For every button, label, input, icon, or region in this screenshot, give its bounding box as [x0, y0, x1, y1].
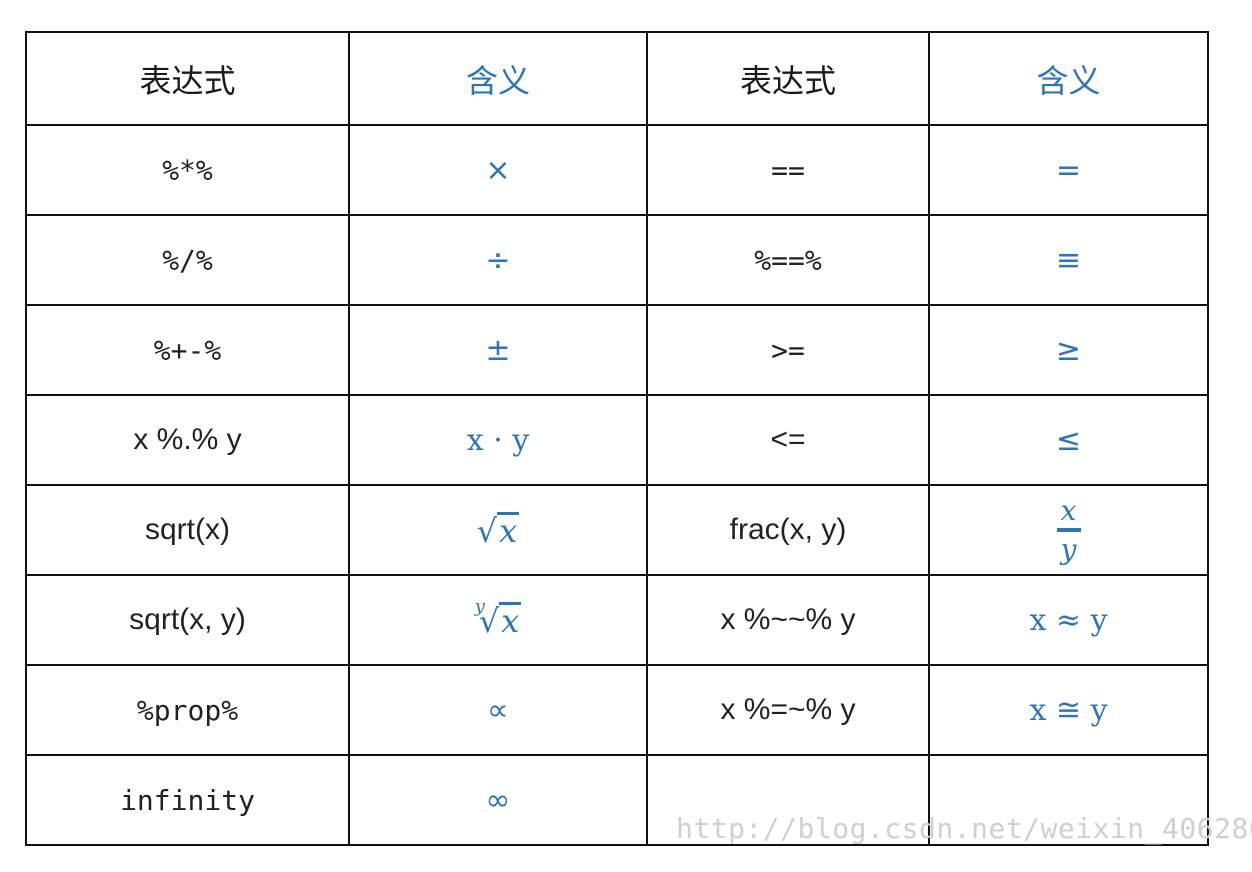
meaning-cell: ∝ [348, 664, 648, 756]
header-label: 含义 [1036, 61, 1101, 100]
meaning-cell: ≤ [928, 394, 1209, 486]
square-root-symbol: √x [476, 511, 520, 550]
meaning-symbol: ≥ [1055, 332, 1082, 368]
meaning-cell: x y [928, 484, 1209, 576]
table-row: %+-% ± >= ≥ [25, 304, 1209, 396]
expression-cell: sqrt(x, y) [25, 574, 350, 666]
table-row: %*% × == = [25, 124, 1209, 216]
expression-text: frac(x, y) [729, 513, 847, 546]
expression-text: %+-% [153, 333, 222, 367]
meaning-symbol: × [485, 152, 511, 188]
meaning-cell: = [928, 124, 1209, 216]
expression-cell: %/% [25, 214, 350, 306]
expression-text: %==% [754, 243, 822, 277]
expression-cell: == [646, 124, 930, 216]
expression-text: >= [771, 333, 805, 367]
meaning-cell: x ≈ y [928, 574, 1209, 666]
table-row: sqrt(x) √x frac(x, y) x y [25, 484, 1209, 576]
nth-root-symbol: y√x [474, 595, 522, 640]
expression-cell: x %~~% y [646, 574, 930, 666]
meaning-symbol: ∞ [485, 782, 511, 818]
expression-text: sqrt(x) [145, 513, 230, 546]
meaning-cell: ≡ [928, 214, 1209, 306]
meaning-symbol: x · y [466, 422, 530, 458]
header-meaning-2: 含义 [928, 31, 1209, 126]
expression-cell: infinity [25, 754, 350, 846]
meaning-cell: ≥ [928, 304, 1209, 396]
expression-cell: %prop% [25, 664, 350, 756]
meaning-cell: ± [348, 304, 648, 396]
header-label: 含义 [465, 61, 530, 100]
expression-cell: >= [646, 304, 930, 396]
meaning-symbol: ÷ [485, 242, 511, 278]
expression-text: x %~~% y [720, 603, 856, 636]
meaning-symbol: ∝ [487, 692, 509, 728]
header-expression-1: 表达式 [25, 31, 350, 126]
table-row: %prop% ∝ x %=~% y x ≅ y [25, 664, 1209, 756]
expression-cell: frac(x, y) [646, 484, 930, 576]
radicand: x [499, 601, 522, 640]
expression-text: sqrt(x, y) [129, 603, 246, 636]
header-label: 表达式 [739, 61, 836, 100]
root-index: y [474, 595, 485, 617]
expression-cell: x %.% y [25, 394, 350, 486]
expression-text: x %.% y [133, 423, 242, 456]
header-expression-2: 表达式 [646, 31, 930, 126]
meaning-cell: y√x [348, 574, 648, 666]
radicand: x [497, 511, 520, 550]
expression-table: 表达式 含义 表达式 含义 %*% × == = %/% ÷ %==% ≡ %+… [25, 31, 1209, 846]
expression-text: == [771, 153, 805, 187]
fraction-denominator: y [1060, 533, 1077, 566]
meaning-symbol: ± [485, 332, 511, 368]
header-label: 表达式 [139, 61, 236, 100]
table-row: %/% ÷ %==% ≡ [25, 214, 1209, 306]
table-header-row: 表达式 含义 表达式 含义 [25, 31, 1209, 126]
fraction-symbol: x y [1056, 493, 1081, 566]
meaning-symbol: = [1055, 152, 1082, 188]
header-meaning-1: 含义 [348, 31, 648, 126]
meaning-cell: x · y [348, 394, 648, 486]
expression-text: %prop% [136, 693, 239, 727]
expression-text: %/% [162, 243, 213, 277]
meaning-symbol: x ≈ y [1029, 602, 1108, 638]
expression-text: <= [770, 423, 806, 456]
meaning-cell: ÷ [348, 214, 648, 306]
expression-text: x %=~% y [720, 693, 856, 726]
expression-cell: sqrt(x) [25, 484, 350, 576]
fraction-numerator: x [1060, 493, 1077, 527]
watermark-url: http://blog.csdn.net/weixin_40628687 [676, 812, 1252, 845]
expression-cell: %*% [25, 124, 350, 216]
fraction-bar [1056, 528, 1081, 532]
meaning-symbol: ≡ [1055, 242, 1082, 278]
meaning-cell: x ≅ y [928, 664, 1209, 756]
table-row: x %.% y x · y <= ≤ [25, 394, 1209, 486]
expression-cell: %==% [646, 214, 930, 306]
meaning-symbol: x ≅ y [1029, 692, 1108, 728]
meaning-cell: × [348, 124, 648, 216]
table-row: sqrt(x, y) y√x x %~~% y x ≈ y [25, 574, 1209, 666]
meaning-cell: ∞ [348, 754, 648, 846]
expression-text: %*% [162, 153, 213, 187]
meaning-cell: √x [348, 484, 648, 576]
expression-text: infinity [120, 783, 255, 817]
expression-cell: <= [646, 394, 930, 486]
expression-cell: x %=~% y [646, 664, 930, 756]
expression-cell: %+-% [25, 304, 350, 396]
meaning-symbol: ≤ [1055, 422, 1082, 458]
